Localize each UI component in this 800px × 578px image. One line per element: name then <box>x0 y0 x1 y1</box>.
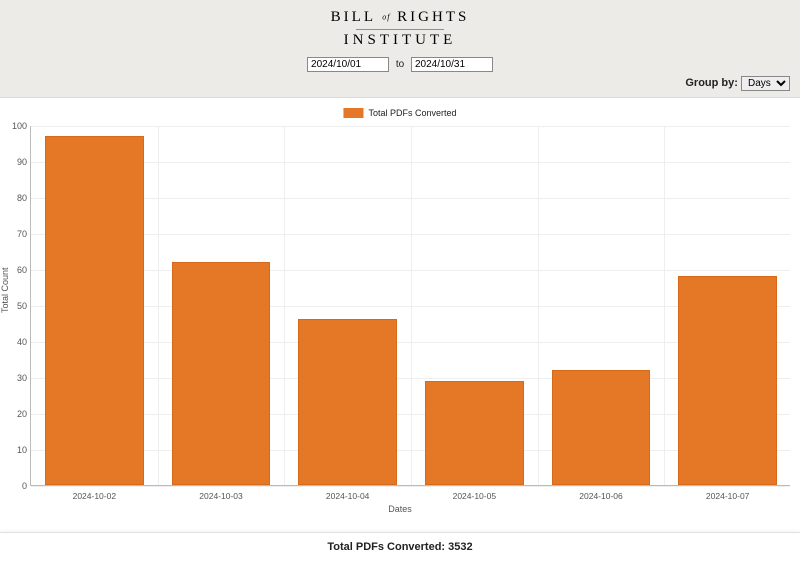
y-tick-label: 30 <box>9 373 27 383</box>
date-to-label: to <box>396 59 404 70</box>
x-tick-label: 2024-10-07 <box>706 491 749 501</box>
gridline-h <box>31 486 790 487</box>
y-tick-label: 0 <box>9 481 27 491</box>
chart-bar[interactable] <box>678 276 777 485</box>
brand-logo: BILL of RIGHTS INSTITUTE <box>0 10 800 49</box>
x-tick-label: 2024-10-03 <box>199 491 242 501</box>
chart-legend: Total PDFs Converted <box>343 108 456 118</box>
gridline-v <box>664 126 665 485</box>
x-tick-label: 2024-10-05 <box>453 491 496 501</box>
x-tick-label: 2024-10-04 <box>326 491 369 501</box>
x-tick-label: 2024-10-02 <box>73 491 116 501</box>
group-by-control: Group by: Days <box>685 76 790 91</box>
logo-line-2: INSTITUTE <box>0 33 800 49</box>
y-tick-label: 60 <box>9 265 27 275</box>
y-tick-label: 50 <box>9 301 27 311</box>
chart-bar[interactable] <box>425 381 524 485</box>
date-range-row: to <box>0 57 800 72</box>
logo-divider <box>356 29 444 30</box>
y-tick-label: 100 <box>9 121 27 131</box>
x-axis-label: Dates <box>388 504 412 514</box>
y-tick-label: 40 <box>9 337 27 347</box>
header: BILL of RIGHTS INSTITUTE to Group by: Da… <box>0 0 800 98</box>
y-tick-label: 80 <box>9 193 27 203</box>
date-to-input[interactable] <box>411 57 493 72</box>
group-by-select[interactable]: Days <box>741 76 790 91</box>
plot-region: 01020304050607080901002024-10-022024-10-… <box>30 126 790 486</box>
logo-word-bill: BILL <box>331 9 376 25</box>
footer-total: Total PDFs Converted: 3532 <box>0 532 800 561</box>
chart-bar[interactable] <box>298 319 397 485</box>
y-tick-label: 10 <box>9 445 27 455</box>
gridline-v <box>284 126 285 485</box>
group-by-label: Group by: <box>685 77 738 89</box>
chart-bar[interactable] <box>45 136 144 485</box>
y-tick-label: 90 <box>9 157 27 167</box>
gridline-v <box>158 126 159 485</box>
logo-line-1: BILL of RIGHTS <box>0 10 800 26</box>
chart-bar[interactable] <box>552 370 651 485</box>
legend-swatch-icon <box>343 108 363 118</box>
gridline-v <box>538 126 539 485</box>
logo-word-rights: RIGHTS <box>397 9 469 25</box>
chart-area: Total PDFs Converted Total Count 0102030… <box>0 98 800 528</box>
y-tick-label: 70 <box>9 229 27 239</box>
x-tick-label: 2024-10-06 <box>579 491 622 501</box>
legend-series-label: Total PDFs Converted <box>368 108 456 118</box>
gridline-v <box>411 126 412 485</box>
chart-bar[interactable] <box>172 262 271 485</box>
y-tick-label: 20 <box>9 409 27 419</box>
date-from-input[interactable] <box>307 57 389 72</box>
logo-word-of: of <box>382 12 390 21</box>
footer-total-label: Total PDFs Converted: <box>327 541 445 553</box>
footer-total-value: 3532 <box>448 541 472 553</box>
